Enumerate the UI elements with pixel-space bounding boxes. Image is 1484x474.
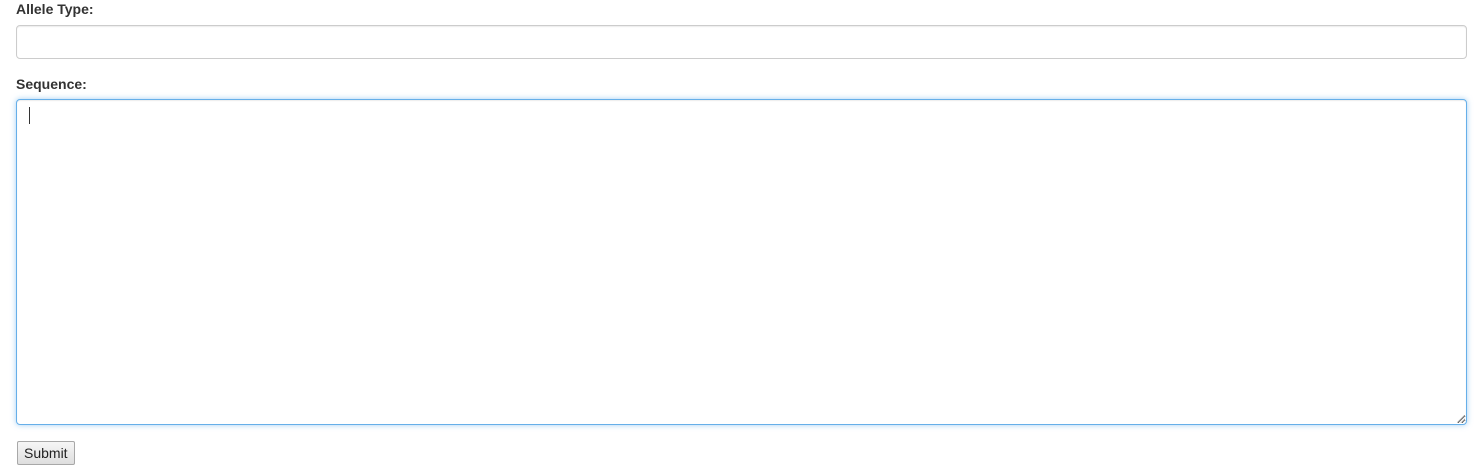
sequence-textarea[interactable] — [16, 99, 1467, 425]
sequence-label: Sequence: — [16, 76, 87, 92]
allele-form: Allele Type: Sequence: Submit — [0, 0, 1484, 474]
allele-type-input[interactable] — [16, 25, 1467, 59]
text-cursor — [29, 107, 30, 124]
allele-type-label: Allele Type: — [16, 1, 94, 17]
resize-handle-icon[interactable] — [1457, 415, 1465, 423]
submit-button[interactable]: Submit — [17, 441, 75, 465]
